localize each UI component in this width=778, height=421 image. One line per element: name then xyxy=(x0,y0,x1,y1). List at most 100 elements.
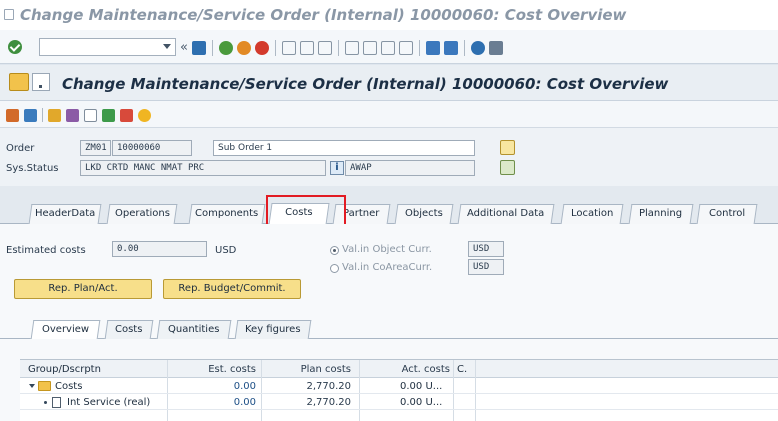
structure-icon[interactable] xyxy=(48,108,61,122)
toolbar-separator xyxy=(463,39,465,56)
subtab-key-figures[interactable]: Key figures xyxy=(234,320,312,339)
new-session-icon[interactable] xyxy=(425,40,440,55)
object-currency-label: Val.in Object Curr. xyxy=(342,244,432,255)
long-text-icon[interactable] xyxy=(500,140,515,155)
dropdown-arrow-icon[interactable] xyxy=(163,44,171,49)
column-header-currency[interactable]: C. xyxy=(457,362,473,377)
tab-planning[interactable]: Planning xyxy=(628,204,694,224)
tab-objects[interactable]: Objects xyxy=(394,204,454,224)
tab-control[interactable]: Control xyxy=(696,204,758,224)
estimated-costs-field[interactable]: 0.00 xyxy=(112,241,207,257)
currency-label: USD xyxy=(215,245,237,256)
window-titlebar: Change Maintenance/Service Order (Intern… xyxy=(0,0,778,30)
first-page-icon[interactable] xyxy=(344,40,359,55)
previous-page-icon[interactable] xyxy=(362,40,377,55)
table-row[interactable]: Costs 0.00 2,770.20 0.00 U... xyxy=(20,379,778,394)
toolbar-separator xyxy=(418,39,420,56)
highlight-box xyxy=(266,195,346,226)
shortcut-icon[interactable] xyxy=(443,40,458,55)
report-plan-actual-button[interactable]: Rep. Plan/Act. xyxy=(14,279,152,299)
cancel-icon[interactable] xyxy=(254,40,269,55)
info-icon[interactable] xyxy=(138,108,151,122)
grid-header-row: Group/Dscrptn Est. costs Plan costs Act.… xyxy=(20,360,778,378)
column-header-act-costs[interactable]: Act. costs xyxy=(370,362,450,377)
subtab-overview[interactable]: Overview xyxy=(30,320,101,339)
report-budget-commitment-button[interactable]: Rep. Budget/Commit. xyxy=(163,279,301,299)
tab-additional-data[interactable]: Additional Data xyxy=(457,204,555,224)
tab-label: Operations xyxy=(114,208,170,219)
subtab-label: Overview xyxy=(41,324,90,335)
menu-icon[interactable] xyxy=(32,73,50,91)
tab-label: Objects xyxy=(405,208,443,219)
sys-status-label: Sys.Status xyxy=(6,163,59,174)
calendar-icon[interactable] xyxy=(120,108,133,122)
estimated-costs-label: Estimated costs xyxy=(6,245,86,256)
row-plan-costs: 2,770.20 xyxy=(306,397,351,408)
row-est-costs: 0.00 xyxy=(233,397,256,408)
tab-label: Planning xyxy=(639,208,683,219)
system-toolbar: « xyxy=(0,30,778,64)
row-est-costs: 0.00 xyxy=(233,381,256,392)
expand-arrow-icon[interactable] xyxy=(29,384,35,388)
change-icon[interactable] xyxy=(6,108,19,122)
toolbar-separator xyxy=(274,39,276,56)
tab-label: HeaderData xyxy=(34,208,96,219)
cost-overview-grid: Group/Dscrptn Est. costs Plan costs Act.… xyxy=(20,359,778,421)
tab-headerdata[interactable]: HeaderData xyxy=(28,204,102,224)
subtab-quantities[interactable]: Quantities xyxy=(156,320,232,339)
tab-label: Additional Data xyxy=(467,208,545,219)
find-next-icon[interactable] xyxy=(317,40,332,55)
tools-icon[interactable] xyxy=(102,108,115,122)
toolbar-separator xyxy=(42,108,43,122)
back-icon[interactable] xyxy=(218,40,233,55)
object-currency-field: USD xyxy=(468,241,504,257)
filter-icon[interactable] xyxy=(24,108,37,122)
tab-location[interactable]: Location xyxy=(560,204,624,224)
object-currency-radio[interactable] xyxy=(330,246,339,255)
history-chevron-icon[interactable]: « xyxy=(180,40,188,55)
coarea-currency-label: Val.in CoAreaCurr. xyxy=(342,262,433,273)
row-plan-costs: 2,770.20 xyxy=(306,381,351,392)
hierarchy-icon[interactable] xyxy=(66,108,79,122)
layout-menu-icon[interactable] xyxy=(488,40,503,55)
tab-label: Location xyxy=(570,208,614,219)
row-act-costs: 0.00 U... xyxy=(400,381,443,392)
subtab-label: Key figures xyxy=(245,324,301,335)
document-icon xyxy=(52,397,61,408)
system-status-field: LKD CRTD MANC NMAT PRC xyxy=(80,160,326,176)
transaction-icon[interactable] xyxy=(9,73,29,91)
help-icon[interactable] xyxy=(470,40,485,55)
bullet-icon xyxy=(44,401,47,404)
table-row[interactable]: Int Service (real) 0.00 2,770.20 0.00 U.… xyxy=(20,395,778,410)
exit-icon[interactable] xyxy=(236,40,251,55)
column-header-est-costs[interactable]: Est. costs xyxy=(192,362,256,377)
tab-label: Partner xyxy=(343,208,380,219)
order-label: Order xyxy=(6,143,35,154)
page-header: Change Maintenance/Service Order (Intern… xyxy=(0,65,778,101)
tab-operations[interactable]: Operations xyxy=(106,204,178,224)
last-page-icon[interactable] xyxy=(398,40,413,55)
print-icon[interactable] xyxy=(281,40,296,55)
status-info-icon[interactable]: i xyxy=(330,161,344,175)
status-check-icon[interactable] xyxy=(500,160,515,175)
coarea-currency-field: USD xyxy=(468,259,504,275)
folder-icon xyxy=(38,381,51,391)
tab-components[interactable]: Components xyxy=(188,204,266,224)
subtab-label: Costs xyxy=(115,324,143,335)
next-page-icon[interactable] xyxy=(380,40,395,55)
column-header-group[interactable]: Group/Dscrptn xyxy=(28,362,168,377)
find-icon[interactable] xyxy=(299,40,314,55)
tab-label: Components xyxy=(195,208,259,219)
row-act-costs: 0.00 U... xyxy=(400,397,443,408)
enter-icon[interactable] xyxy=(8,40,22,54)
save-icon[interactable] xyxy=(191,40,206,55)
subtab-costs[interactable]: Costs xyxy=(104,320,154,339)
subtab-label: Quantities xyxy=(168,324,220,335)
command-field[interactable] xyxy=(39,38,176,56)
row-description: Costs xyxy=(55,381,83,392)
order-description-field[interactable]: Sub Order 1 xyxy=(213,140,475,156)
coarea-currency-radio[interactable] xyxy=(330,264,339,273)
column-header-plan-costs[interactable]: Plan costs xyxy=(270,362,351,377)
order-type-field: ZM01 xyxy=(80,140,111,156)
document-icon[interactable] xyxy=(84,108,97,122)
